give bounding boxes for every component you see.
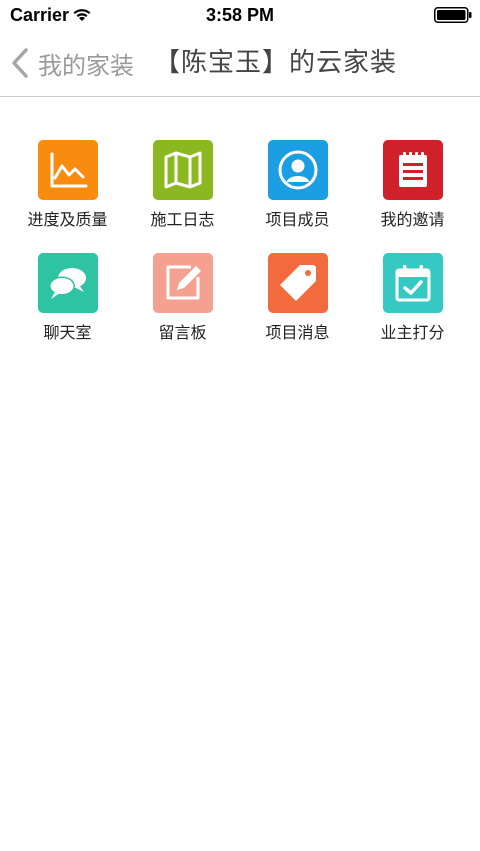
menu-icon-tile [38, 140, 98, 200]
calendar-check-icon [395, 265, 431, 302]
status-bar: Carrier 3:58 PM [0, 0, 480, 32]
menu-item-label: 施工日志 [150, 210, 215, 229]
menu-icon-tile [383, 140, 443, 200]
menu-item-message-board[interactable]: 留言板 [125, 253, 240, 353]
battery-icon [434, 7, 472, 23]
page-title: 【陈宝玉】的云家装 [154, 48, 398, 78]
menu-item-label: 我的邀请 [380, 210, 445, 229]
chat-bubbles-icon [49, 268, 86, 299]
menu-item-chat-room[interactable]: 聊天室 [10, 253, 125, 353]
menu-item-label: 业主打分 [380, 323, 445, 342]
back-button[interactable]: 我的家装 [10, 46, 134, 80]
menu-item-label: 聊天室 [43, 323, 92, 342]
chart-line-icon [50, 152, 88, 188]
menu-item-label: 留言板 [158, 323, 207, 342]
menu-item-progress-quality[interactable]: 进度及质量 [10, 140, 125, 240]
menu-item-label: 项目消息 [265, 323, 330, 342]
map-icon [164, 151, 202, 189]
menu-item-label: 进度及质量 [27, 210, 108, 229]
menu-item-my-invitations[interactable]: 我的邀请 [355, 140, 470, 240]
edit-note-icon [166, 265, 201, 300]
menu-item-owner-rating[interactable]: 业主打分 [355, 253, 470, 353]
menu-icon-tile [268, 253, 328, 313]
menu-icon-tile [153, 253, 213, 313]
menu-item-project-members[interactable]: 项目成员 [240, 140, 355, 240]
notepad-icon [399, 152, 427, 187]
menu-item-construction-log[interactable]: 施工日志 [125, 140, 240, 240]
tag-icon [280, 265, 316, 301]
menu-icon-tile [383, 253, 443, 313]
menu-icon-tile [38, 253, 98, 313]
menu-icon-tile [268, 140, 328, 200]
navigation-bar: 我的家装 【陈宝玉】的云家装 [0, 32, 480, 97]
menu-item-label: 项目成员 [265, 210, 330, 229]
menu-item-project-messages[interactable]: 项目消息 [240, 253, 355, 353]
user-icon [278, 150, 318, 190]
chevron-left-icon [12, 48, 28, 78]
back-button-label: 我的家装 [38, 51, 134, 80]
status-time: 3:58 PM [205, 5, 275, 25]
menu-icon-tile [153, 140, 213, 200]
